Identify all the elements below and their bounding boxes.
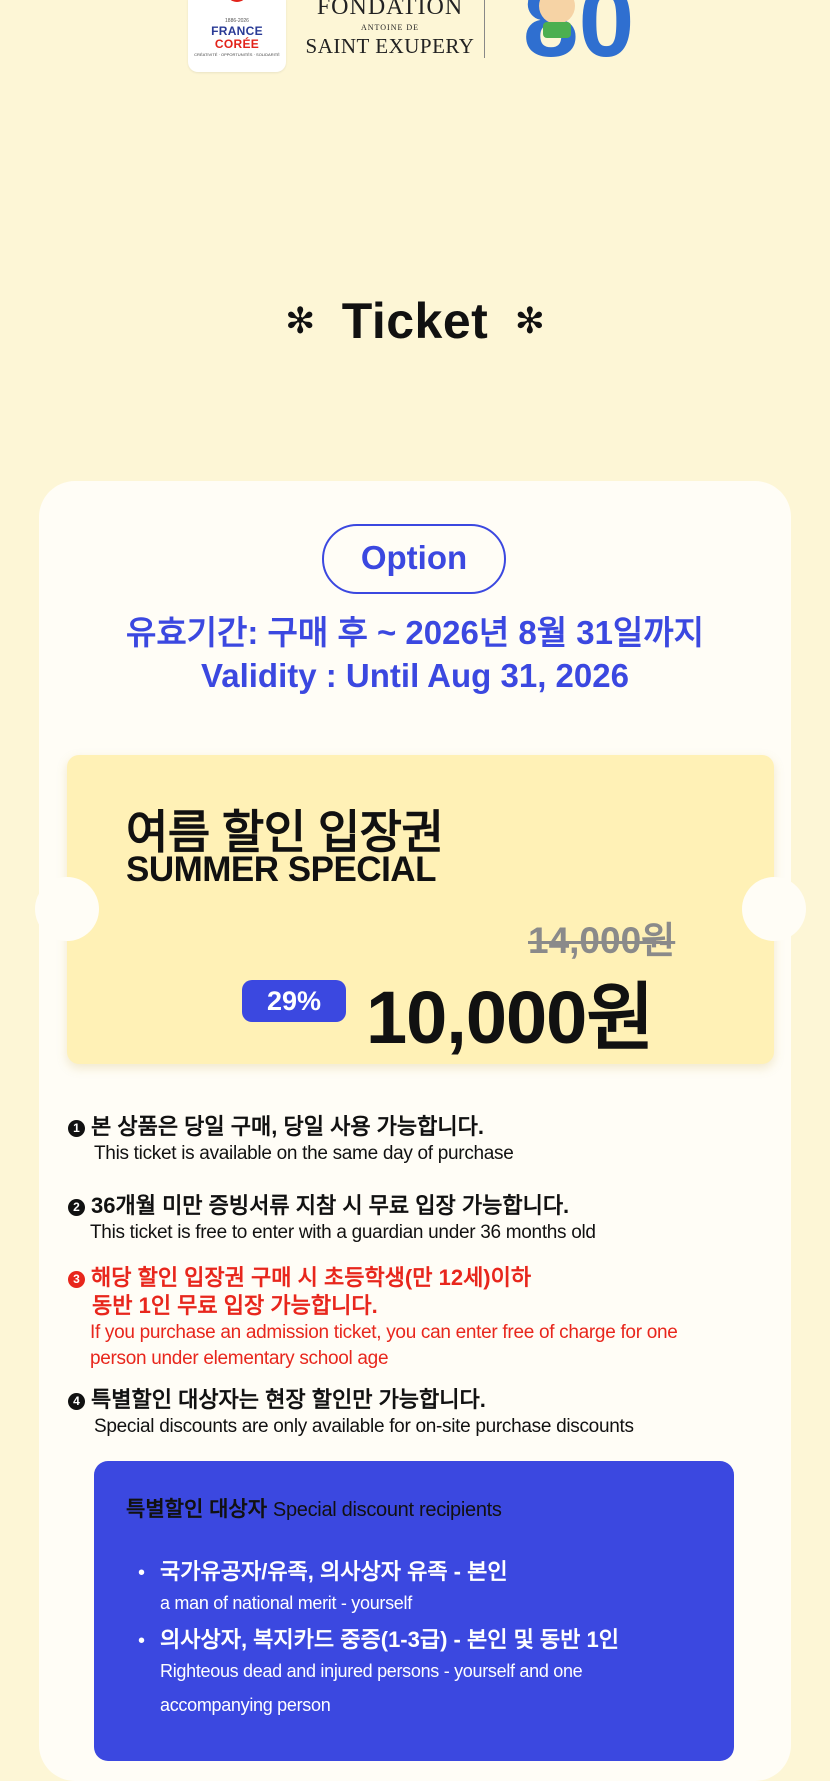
ticket-heading: ✻ Ticket ✻ [0, 292, 830, 350]
number-2-icon: 2 [68, 1199, 85, 1216]
note-item: 1 본 상품은 당일 구매, 당일 사용 가능합니다. This ticket i… [68, 1113, 758, 1167]
logo-coree-text: CORÉE [214, 37, 260, 51]
logo-tagline: CRÉATIVITÉ · OPPORTUNITÉS · SOLIDARITÉ [194, 52, 280, 57]
note-en: If you purchase an admission ticket, you… [90, 1322, 678, 1343]
ticket-notch-right [742, 877, 806, 941]
note-item-highlight: 3 해당 할인 입장권 구매 시 초등학생(만 12세)이하 동반 1인 무료 입… [68, 1264, 758, 1372]
logo-france-text: FRANCE [211, 24, 263, 38]
special-item-en: a man of national merit - yourself [160, 1593, 412, 1613]
note-en: This ticket is free to enter with a guar… [90, 1222, 596, 1243]
note-ko: 본 상품은 당일 구매, 당일 사용 가능합니다. [91, 1114, 484, 1139]
sparkle-icon: ✻ [514, 300, 545, 341]
ticket-notch-left [35, 877, 99, 941]
special-title-ko: 특별할인 대상자 [126, 1498, 268, 1521]
sale-price: 10,000원 [366, 976, 654, 1059]
validity-ko: 유효기간: 구매 후 ~ 2026년 8월 31일까지 [125, 614, 705, 651]
note-ko: 특별할인 대상자는 현장 할인만 가능합니다. [91, 1387, 486, 1412]
special-discount-title: 특별할인 대상자 Special discount recipients [126, 1493, 502, 1523]
fondation-line2: ANTOINE DE [360, 23, 420, 32]
note-en: Special discounts are only available for… [94, 1416, 634, 1437]
partner-logos: 1886-2026 FRANCE CORÉE CRÉATIVITÉ · OPPO… [0, 0, 830, 80]
page-title: Ticket [341, 293, 489, 349]
note-ko: 36개월 미만 증빙서류 지참 시 무료 입장 가능합니다. [91, 1193, 570, 1218]
special-title-en: Special discount recipients [272, 1499, 502, 1521]
discount-badge: 29% [242, 980, 346, 1022]
note-item: 2 36개월 미만 증빙서류 지참 시 무료 입장 가능합니다. This tic… [68, 1192, 758, 1246]
fondation-line3: SAINT EXUPERY [305, 34, 475, 58]
special-item-en-line2: accompanying person [160, 1695, 331, 1715]
fondation-logo: FONDATION ANTOINE DE SAINT EXUPERY [300, 0, 480, 58]
little-prince-body-icon [543, 22, 571, 38]
validity-period: 유효기간: 구매 후 ~ 2026년 8월 31일까지 Validity : U… [0, 612, 830, 698]
note-en: This ticket is available on the same day… [94, 1143, 514, 1164]
validity-en: Validity : Until Aug 31, 2026 [201, 657, 629, 694]
special-item-ko: 의사상자, 복지카드 중증(1-3급) - 본인 및 동반 1인 [160, 1627, 619, 1652]
logo-red-circle [226, 0, 248, 2]
star-icon: ★ [597, 0, 610, 1]
note-ko: 해당 할인 입장권 구매 시 초등학생(만 12세)이하 [91, 1265, 532, 1290]
option-label: Option [322, 524, 506, 594]
logo-divider [484, 0, 485, 58]
note-en-line2: person under elementary school age [90, 1348, 389, 1369]
number-1-icon: 1 [68, 1120, 85, 1137]
special-item: • 의사상자, 복지카드 중증(1-3급) - 본인 및 동반 1인 Righte… [138, 1622, 619, 1722]
france-coree-logo: 1886-2026 FRANCE CORÉE CRÉATIVITÉ · OPPO… [188, 0, 286, 72]
number-3-icon: 3 [68, 1271, 85, 1288]
original-price: 14,000원 [528, 920, 676, 961]
note-ko-line2: 동반 1인 무료 입장 가능합니다. [92, 1293, 378, 1318]
bullet-icon: • [138, 1630, 146, 1652]
note-item: 4 특별할인 대상자는 현장 할인만 가능합니다. Special discoun… [68, 1386, 758, 1440]
bullet-icon: • [138, 1562, 146, 1584]
special-item-en: Righteous dead and injured persons - you… [160, 1661, 583, 1681]
special-item-ko: 국가유공자/유족, 의사상자 유족 - 본인 [160, 1559, 508, 1584]
number-4-icon: 4 [68, 1393, 85, 1410]
sparkle-icon: ✻ [285, 300, 316, 341]
fondation-line1: FONDATION [316, 0, 464, 20]
ticket-name-en: SUMMER SPECIAL [126, 850, 436, 889]
anniversary-80-logo: 80 ★ [523, 0, 634, 60]
special-item: • 국가유공자/유족, 의사상자 유족 - 본인 a man of nationa… [138, 1554, 508, 1620]
